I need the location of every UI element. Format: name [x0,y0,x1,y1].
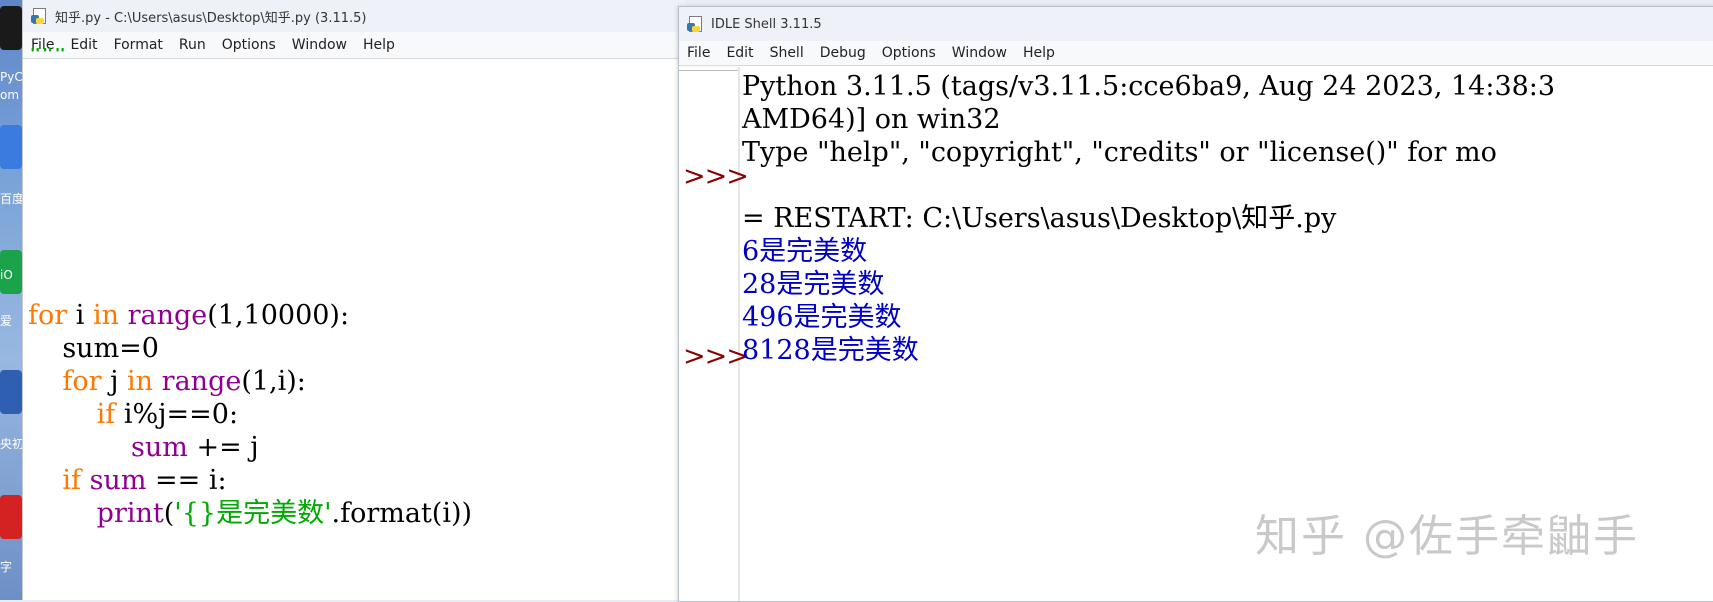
editor-window: 知乎.py - C:\Users\asus\Desktop\知乎.py (3.1… [22,0,686,600]
menu-shell[interactable]: Shell [762,45,812,61]
menu-file[interactable]: File [679,45,718,61]
menu-debug[interactable]: Debug [812,45,874,61]
shell-output-area[interactable]: Python 3.11.5 (tags/v3.11.5:cce6ba9, Aug… [742,70,1555,367]
shell-prompt: >>> [683,161,749,192]
output-line: 496是完美数 [742,302,902,333]
code-line: if sum == i: [62,465,227,496]
code-line: sum=0 [28,333,159,364]
code-line: for j in range(1,i): [62,366,306,397]
blank-line: ​ [742,169,1555,202]
desktop-strip: PyC om 百度 iO 爱 央初 字 [0,0,22,600]
menu-window[interactable]: Window [284,37,355,53]
menu-format[interactable]: Format [106,37,171,53]
output-line: 6是完美数 [742,236,868,267]
banner-line: AMD64)] on win32 [742,104,1001,135]
prompt-gutter: >>> >>> [679,67,749,601]
code-line: print('{}是完美数'.format(i)) [96,498,473,529]
desktop-label: om [0,88,20,102]
shell-menubar: File Edit Shell Debug Options Window Hel… [679,41,1713,66]
menu-window[interactable]: Window [944,45,1015,61]
idle-shell-icon [687,16,703,32]
menu-options[interactable]: Options [874,45,944,61]
menu-edit[interactable]: Edit [718,45,761,61]
idle-file-icon [31,8,47,24]
desktop-label: iO [0,268,13,282]
shell-prompt: >>> [683,341,749,372]
menu-options[interactable]: Options [214,37,284,53]
code-line: if i%j==0: [96,399,239,430]
baidu-shortcut-icon[interactable] [0,125,22,169]
desktop-label: 字 [0,560,13,574]
menu-help[interactable]: Help [1015,45,1063,61]
menu-edit[interactable]: Edit [62,37,105,53]
editor-title: 知乎.py - C:\Users\asus\Desktop\知乎.py (3.1… [55,10,367,26]
editor-titlebar[interactable]: 知乎.py - C:\Users\asus\Desktop\知乎.py (3.1… [23,0,686,32]
desktop-label: 百度 [0,192,22,206]
shell-titlebar[interactable]: IDLE Shell 3.11.5 [679,7,1713,41]
cctv-shortcut-icon[interactable] [0,370,22,414]
output-line: 28是完美数 [742,269,885,300]
docstring-fragment: """ [29,48,67,64]
app-shortcut-icon[interactable] [0,495,22,539]
code-line: sum += j [131,432,259,463]
code-editor[interactable]: for i in range(1,10000): sum=0 for j in … [28,299,472,530]
desktop-label: 爱 [0,314,13,328]
restart-line: = RESTART: C:\Users\asus\Desktop\知乎.py [742,203,1337,234]
menu-run[interactable]: Run [171,37,214,53]
editor-menubar: File Edit Format Run Options Window Help [23,32,686,59]
banner-line: Python 3.11.5 (tags/v3.11.5:cce6ba9, Aug… [742,71,1556,102]
shell-title: IDLE Shell 3.11.5 [711,16,822,32]
desktop-label: 央初 [0,437,22,451]
desktop-label: PyC [0,70,22,84]
menu-help[interactable]: Help [355,37,403,53]
banner-line: Type "help", "copyright", "credits" or "… [742,137,1497,168]
output-line: 8128是完美数 [742,335,919,366]
pycharm-shortcut-icon[interactable] [0,6,22,50]
watermark: 知乎 @佐手牵鼬手 [1255,511,1639,562]
code-line: for i in range(1,10000): [28,300,350,331]
